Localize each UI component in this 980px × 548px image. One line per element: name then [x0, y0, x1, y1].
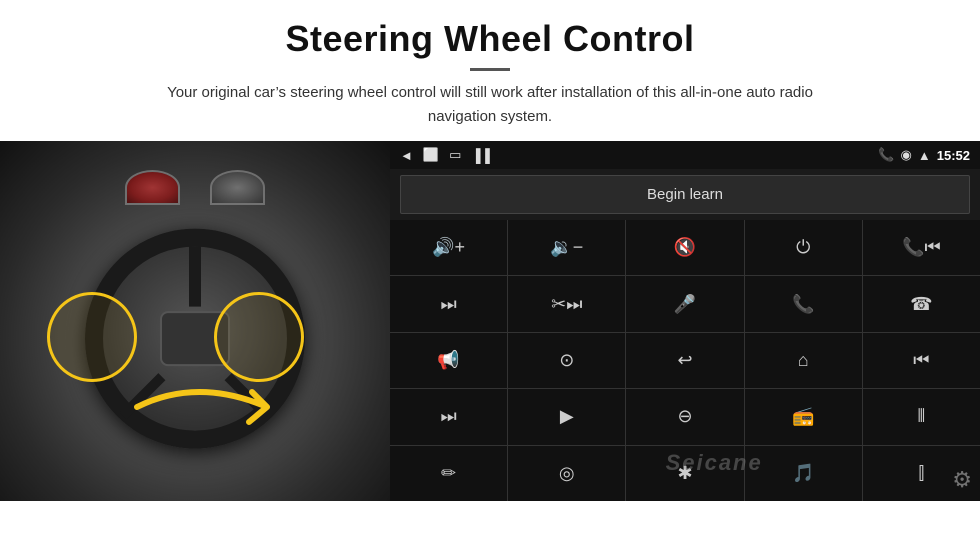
pen-icon: ✏ [441, 463, 456, 484]
bluetooth-icon: ✱ [677, 463, 692, 484]
radio-icon: 📻 [792, 406, 814, 427]
content-section: ◄ ⬜ ▭ ▐▐ 📞 ◉ ▲ 15:52 Begin learn [0, 141, 980, 501]
mute-button[interactable]: 🔇 [626, 220, 743, 275]
back-icon: ↩ [677, 350, 692, 371]
power-icon: ⏻ [796, 237, 810, 258]
speaker-button[interactable]: 📢 [390, 333, 507, 388]
camera-360-icon: ⊙ [559, 350, 574, 371]
prev-track-icon: ⏮ [913, 350, 929, 371]
signal-icon: ▐▐ [471, 148, 489, 163]
eq-button[interactable]: ⦀ [863, 389, 980, 444]
music-icon: 🎵 [792, 463, 814, 484]
car-image [0, 141, 390, 501]
mic-icon: 🎤 [674, 294, 696, 315]
vol-down-icon: 🔉− [550, 237, 583, 258]
location-status-icon: ◉ [901, 147, 912, 163]
android-screen-wrapper: ◄ ⬜ ▭ ▐▐ 📞 ◉ ▲ 15:52 Begin learn [390, 141, 980, 501]
home-button[interactable]: ⌂ [745, 333, 862, 388]
spoke-top [189, 247, 201, 307]
call-button[interactable]: 📞 [745, 276, 862, 331]
back-nav-icon[interactable]: ◄ [400, 148, 413, 163]
dashboard-gauges [125, 170, 265, 205]
phone-cut-icon: ✂⏭ [551, 294, 582, 315]
bluetooth-button[interactable]: ✱ [626, 446, 743, 501]
phone-status-icon: 📞 [878, 147, 894, 163]
pen-button[interactable]: ✏ [390, 446, 507, 501]
status-left: ◄ ⬜ ▭ ▐▐ [400, 147, 490, 163]
music-button[interactable]: 🎵 [745, 446, 862, 501]
eq2-icon: ⫿ [919, 463, 925, 484]
next-track-icon: ⏭ [440, 294, 456, 315]
speaker-icon: 📢 [437, 350, 459, 371]
camera-360-button[interactable]: ⊙ [508, 333, 625, 388]
back-button[interactable]: ↩ [626, 333, 743, 388]
source-icon: ⊖ [677, 406, 692, 427]
vol-up-icon: 🔊+ [432, 237, 465, 258]
page-title: Steering Wheel Control [60, 18, 920, 60]
navigate-icon: ▶ [560, 406, 574, 427]
radio-button[interactable]: 📻 [745, 389, 862, 444]
gear-icon[interactable]: ⚙ [952, 467, 972, 493]
mic-button[interactable]: 🎤 [626, 276, 743, 331]
end-call-button[interactable]: ☎ [863, 276, 980, 331]
settings-icon: ◎ [559, 463, 575, 484]
status-right: 📞 ◉ ▲ 15:52 [878, 147, 970, 163]
gauge-left [125, 170, 180, 205]
wifi-status-icon: ▲ [918, 148, 931, 163]
next-track-button[interactable]: ⏭ [390, 276, 507, 331]
controls-grid: 🔊+ 🔉− 🔇 ⏻ 📞⏮ ⏭ [390, 220, 980, 501]
vol-down-button[interactable]: 🔉− [508, 220, 625, 275]
header-section: Steering Wheel Control Your original car… [0, 0, 980, 141]
fast-forward-button[interactable]: ⏭ [390, 389, 507, 444]
title-divider [470, 68, 510, 71]
phone-cut-button[interactable]: ✂⏭ [508, 276, 625, 331]
eq-icon: ⦀ [917, 406, 925, 427]
settings-button[interactable]: ◎ [508, 446, 625, 501]
power-button[interactable]: ⏻ [745, 220, 862, 275]
fast-forward-icon: ⏭ [440, 406, 456, 427]
status-bar: ◄ ⬜ ▭ ▐▐ 📞 ◉ ▲ 15:52 [390, 141, 980, 169]
arrow-indicator [117, 367, 297, 447]
begin-learn-button[interactable]: Begin learn [400, 175, 970, 214]
page-wrapper: Steering Wheel Control Your original car… [0, 0, 980, 501]
navigate-button[interactable]: ▶ [508, 389, 625, 444]
prev-track-button[interactable]: ⏮ [863, 333, 980, 388]
subtitle-text: Your original car’s steering wheel contr… [140, 81, 840, 129]
end-call-icon: ☎ [910, 294, 932, 315]
clock-display: 15:52 [937, 148, 970, 163]
android-screen: ◄ ⬜ ▭ ▐▐ 📞 ◉ ▲ 15:52 Begin learn [390, 141, 980, 501]
mute-icon: 🔇 [674, 237, 696, 258]
gauge-right [210, 170, 265, 205]
home-icon: ⌂ [798, 350, 809, 371]
source-button[interactable]: ⊖ [626, 389, 743, 444]
home-nav-icon[interactable]: ⬜ [423, 147, 439, 163]
phone-prev-button[interactable]: 📞⏮ [863, 220, 980, 275]
phone-prev-icon: 📞⏮ [902, 237, 941, 258]
begin-learn-bar: Begin learn [390, 169, 980, 220]
vol-up-button[interactable]: 🔊+ [390, 220, 507, 275]
call-icon: 📞 [792, 294, 814, 315]
recents-nav-icon[interactable]: ▭ [449, 147, 461, 163]
